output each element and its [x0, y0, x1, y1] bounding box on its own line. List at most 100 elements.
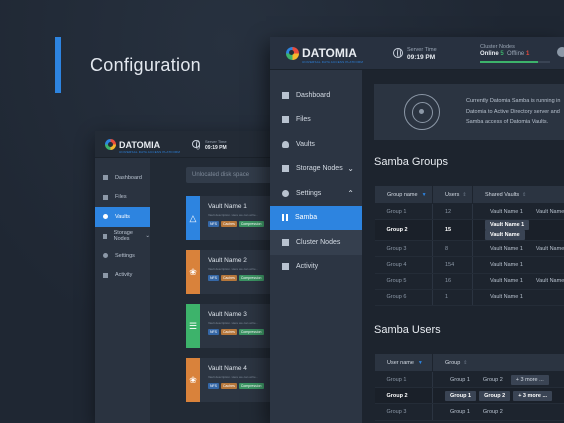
samba-groups-title: Samba Groups [374, 156, 448, 168]
sidebar-item-settings[interactable]: Settings [95, 246, 150, 266]
sort-icon: ⇕ [522, 191, 527, 198]
table-row[interactable]: Group 4 154 Vault Name 1 [374, 256, 564, 274]
sidebar-item-vaults[interactable]: Vaults [95, 207, 150, 227]
flower-icon: ❀ [186, 358, 200, 402]
logo-subtitle: UNIVERSAL DATA ACCESS PLATFORM [119, 150, 181, 154]
sort-down-icon: ▼ [417, 359, 423, 366]
front-sidebar: Dashboard Files Vaults Storage Nodes ⌄ Se… [270, 70, 362, 423]
tag: Caches [221, 221, 237, 227]
cloud-icon [103, 214, 108, 220]
file-icon [103, 194, 108, 200]
samba-groups-table: Group name ▼ Users ⇕ Shared Vaults ⇕ Group … [374, 185, 564, 306]
gear-icon [282, 189, 289, 197]
logo-text: DATOMIA [302, 46, 357, 60]
sidebar-item-vaults[interactable]: Vaults [270, 132, 362, 157]
vault-name: Vault Name 3 [208, 311, 247, 318]
sidebar-item-dashboard[interactable]: Dashboard [95, 168, 150, 188]
sidebar-item-files[interactable]: Files [270, 108, 362, 133]
tag: Caches [221, 275, 237, 281]
table-row[interactable]: Group 3 8 Vault Name 1 Vault Name [374, 240, 564, 258]
gear-icon [103, 253, 108, 259]
grid-icon [103, 175, 108, 181]
info-text: Currently Datomia Samba is running in Da… [466, 98, 561, 125]
cloud-icon [282, 140, 289, 148]
avatar[interactable] [557, 47, 564, 57]
sidebar-item-activity[interactable]: Activity [95, 266, 150, 286]
front-app-window: DATOMIA UNIVERSAL DATA ACCESS PLATFORM S… [270, 37, 564, 423]
table-row[interactable]: Group 3 Group 1 Group 2 [374, 403, 564, 421]
sidebar-item-activity[interactable]: Activity [270, 255, 362, 280]
logo-subtitle: UNIVERSAL DATA ACCESS PLATFORM [302, 60, 364, 64]
sidebar-item-cluster-nodes[interactable]: Cluster Nodes [270, 230, 362, 255]
tag: NFS [208, 383, 219, 389]
accent-bar [55, 37, 61, 93]
activity-icon [103, 272, 108, 278]
logo-mark-icon [105, 139, 116, 150]
logo-text: DATOMIA [119, 139, 161, 150]
back-header: DATOMIA UNIVERSAL DATA ACCESS PLATFORM S… [95, 131, 280, 158]
table-row[interactable]: Group 1 12 Vault Name 1 Vault Name [374, 203, 564, 221]
column-header[interactable]: User name ▼ [374, 353, 433, 372]
sidebar-item-dashboard[interactable]: Dashboard [270, 83, 362, 108]
table-row[interactable]: Group 2 Group 1 Group 2 + 3 more ... [374, 387, 564, 405]
vault-name: Vault Name 2 [208, 257, 247, 264]
tag: Caches [221, 383, 237, 389]
vault-card[interactable]: ☰ Vault Name 3 Vault description. Here w… [186, 304, 280, 348]
samba-info-box: Currently Datomia Samba is running in Da… [374, 84, 564, 140]
tag: Caches [221, 329, 237, 335]
front-header: DATOMIA UNIVERSAL DATA ACCESS PLATFORM S… [270, 37, 564, 70]
flower-icon: ❀ [186, 250, 200, 294]
column-header[interactable]: Group name ▼ [374, 185, 433, 204]
sort-icon: ⇕ [462, 191, 467, 198]
chevron-up-icon: ⌃ [347, 188, 354, 198]
tag: NFS [208, 221, 219, 227]
external-link-icon [282, 165, 289, 173]
table-row[interactable]: Group 2 15 Vault Name 1Vault Name [374, 219, 564, 242]
sidebar-item-storage-nodes[interactable]: Storage Nodes ⌄ [270, 157, 362, 182]
sidebar-item-settings[interactable]: Settings ⌃ [270, 181, 362, 206]
vault-card[interactable]: ❀ Vault Name 2 Vault description. Here w… [186, 250, 280, 294]
server-time-value: 09:19 PM [205, 145, 227, 151]
column-header[interactable]: Shared Vaults ⇕ [472, 185, 564, 204]
front-main: Currently Datomia Samba is running in Da… [362, 70, 564, 423]
column-header[interactable]: Group ⇕ [432, 353, 564, 372]
cluster-status: Online 5 Offline 1 [480, 51, 530, 57]
tag: Compression [238, 221, 264, 227]
file-icon [282, 116, 289, 124]
pause-icon [282, 214, 288, 222]
vault-description: Vault description. Here we can write... [208, 321, 259, 325]
page-title: Configuration [90, 55, 201, 75]
column-header[interactable]: Users ⇕ [432, 185, 473, 204]
server-time-value: 09:19 PM [407, 54, 436, 61]
vault-card[interactable]: △ Vault Name 1 Vault description. Here w… [186, 196, 280, 240]
table-row[interactable]: Group 6 1 Vault Name 1 [374, 289, 564, 306]
table-row[interactable]: Group 5 16 Vault Name 1 Vault Name [374, 273, 564, 290]
database-icon: ☰ [186, 304, 200, 348]
logo: DATOMIA [286, 46, 357, 60]
search-input[interactable]: Unlocated disk space [186, 167, 280, 183]
tag: NFS [208, 329, 219, 335]
sort-down-icon: ▼ [421, 191, 427, 198]
more-button[interactable]: + 3 more ... [510, 374, 549, 385]
cluster-progress-bar [480, 61, 550, 63]
progress-fill [480, 61, 539, 63]
sidebar-item-samba[interactable]: Samba [270, 205, 362, 230]
sidebar-item-storage-nodes[interactable]: Storage Nodes ⌄ [95, 227, 150, 247]
cluster-nodes-label: Cluster Nodes [480, 44, 515, 50]
vault-description: Vault description. Here we can write... [208, 375, 259, 379]
globe-icon [393, 48, 403, 58]
more-button[interactable]: + 3 more ... [513, 390, 553, 401]
globe-icon [192, 140, 200, 150]
samba-users-table: User name ▼ Group ⇕ Group 1 Group 1 Group 2 +… [374, 353, 564, 421]
vault-card[interactable]: ❀ Vault Name 4 Vault description. Here w… [186, 358, 280, 402]
sidebar-item-files[interactable]: Files [95, 188, 150, 208]
logo-mark-icon [286, 46, 299, 60]
vault-name: Vault Name 1 [208, 203, 247, 210]
tag: Compression [238, 329, 264, 335]
external-link-icon [103, 233, 107, 239]
table-row[interactable]: Group 1 Group 1 Group 2 + 3 more ... [374, 371, 564, 389]
logo: DATOMIA [105, 139, 160, 150]
server-time-label: Server Time [205, 139, 227, 144]
samba-users-title: Samba Users [374, 324, 441, 336]
activity-icon [282, 263, 289, 271]
